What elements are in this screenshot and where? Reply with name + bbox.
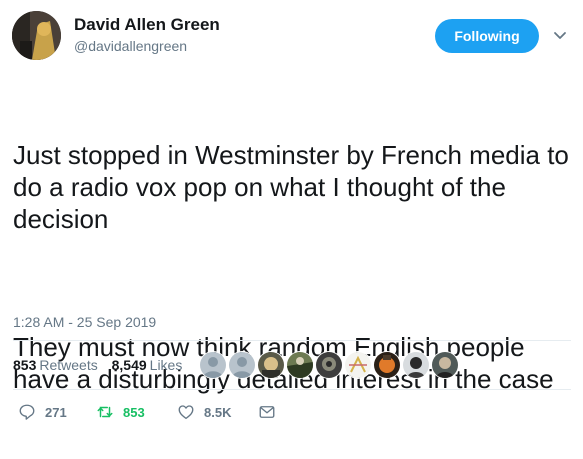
likes-count: 8,549: [111, 357, 147, 373]
tweet-timestamp[interactable]: 1:28 AM - 25 Sep 2019: [13, 314, 156, 330]
engagement-stats: 853 Retweets 8,549 Likes: [13, 357, 192, 373]
retweet-button[interactable]: 853: [96, 402, 145, 422]
liker-avatar[interactable]: [258, 352, 284, 378]
retweet-count: 853: [123, 404, 145, 420]
liker-avatar[interactable]: [287, 352, 313, 378]
divider: [13, 389, 571, 390]
author-handle[interactable]: @davidallengreen: [74, 38, 187, 54]
liker-avatar[interactable]: [316, 352, 342, 378]
retweets-label: Retweets: [39, 357, 98, 373]
heart-icon: [178, 405, 194, 420]
likes-stat[interactable]: 8,549 Likes: [112, 357, 183, 373]
reply-icon: [19, 404, 35, 420]
retweets-count: 853: [13, 357, 37, 373]
retweets-stat[interactable]: 853 Retweets: [13, 357, 98, 373]
chevron-down-icon[interactable]: [553, 29, 567, 43]
liker-avatar[interactable]: [229, 352, 255, 378]
author-name[interactable]: David Allen Green: [74, 15, 220, 35]
liker-avatar[interactable]: [345, 352, 371, 378]
likes-label: Likes: [149, 357, 183, 373]
reply-button[interactable]: 271: [18, 402, 67, 422]
liker-avatar[interactable]: [200, 352, 226, 378]
tweet-paragraph: Just stopped in Westminster by French me…: [13, 140, 577, 234]
like-count: 8.5K: [204, 404, 232, 420]
tweet-card: David Allen Green @davidallengreen Follo…: [0, 0, 583, 439]
following-button[interactable]: Following: [435, 19, 539, 53]
envelope-icon: [259, 406, 275, 418]
like-button[interactable]: 8.5K: [177, 402, 231, 422]
direct-message-button[interactable]: [258, 402, 285, 422]
reply-count: 271: [45, 404, 67, 420]
author-avatar[interactable]: [12, 11, 61, 60]
retweet-icon: [97, 406, 113, 418]
liker-avatar[interactable]: [403, 352, 429, 378]
liker-avatar[interactable]: [432, 352, 458, 378]
divider: [13, 340, 571, 341]
liker-avatar[interactable]: [374, 352, 400, 378]
